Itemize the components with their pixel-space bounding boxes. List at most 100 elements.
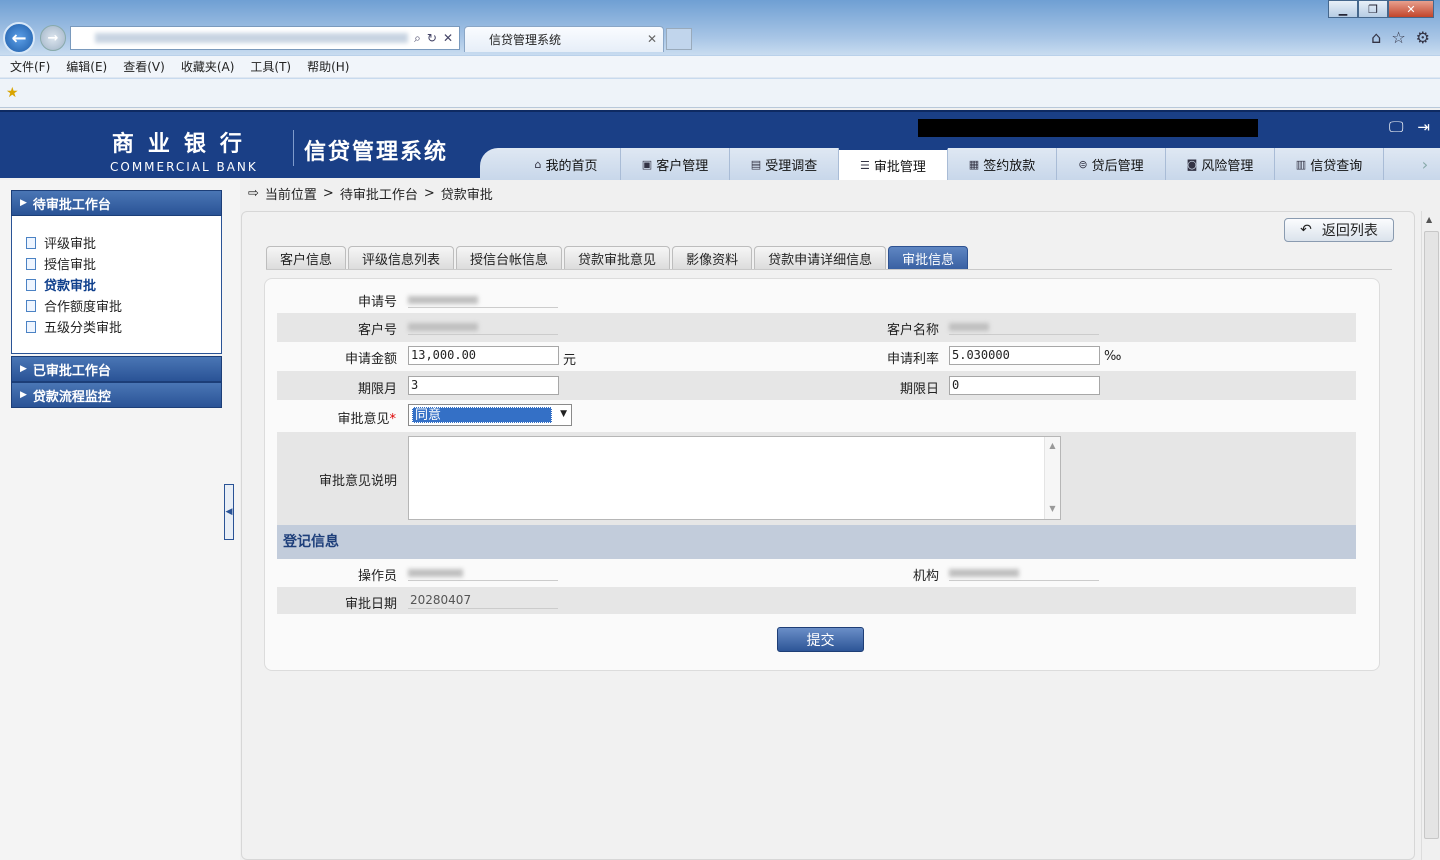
tab-application-detail[interactable]: 贷款申请详细信息: [754, 246, 887, 269]
document-icon: [26, 236, 36, 249]
opinion-selected-value: 同意: [412, 407, 552, 423]
opinion-select[interactable]: 同意 ▼: [408, 404, 572, 426]
opinion-desc-textarea[interactable]: ▲ ▼: [408, 436, 1061, 520]
sidebar-item-five-class[interactable]: 五级分类审批: [26, 316, 221, 337]
close-window-button[interactable]: ✕: [1388, 0, 1434, 18]
new-tab-button[interactable]: [666, 28, 692, 50]
tab-close-icon[interactable]: ✕: [647, 32, 657, 46]
page-scrollbar[interactable]: ▲: [1421, 211, 1440, 860]
operator-label: 操作员: [357, 569, 397, 584]
sidebar-item-rating[interactable]: 评级审批: [26, 232, 221, 253]
sidebar-approved-header[interactable]: ▶ 已审批工作台: [11, 356, 222, 382]
add-favorite-icon[interactable]: ★: [6, 85, 19, 101]
tab-customer-info[interactable]: 客户信息: [266, 246, 347, 269]
nav-home[interactable]: ⌂ 我的首页: [512, 148, 621, 180]
term-month-input[interactable]: 3: [408, 376, 559, 395]
postloan-icon: ⊜: [1078, 157, 1088, 171]
app-header: 商业银行 COMMERCIAL BANK 信贷管理系统 🖵 ⇥ ⌂ 我的首页 ▣ 客…: [0, 110, 1440, 180]
menu-edit[interactable]: 编辑(E): [66, 58, 107, 75]
document-icon: [26, 278, 36, 291]
document-icon: [26, 299, 36, 312]
sidebar-pending-list: 评级审批 授信审批 贷款审批 合作额度审批 五级分类审批: [11, 216, 222, 354]
triangle-right-icon: ▶: [20, 198, 27, 208]
menu-tools[interactable]: 工具(T): [250, 58, 291, 75]
submit-button[interactable]: 提交: [777, 627, 864, 652]
minimize-button[interactable]: ▁: [1328, 0, 1358, 18]
tab-loan-opinion[interactable]: 贷款审批意见: [564, 246, 671, 269]
search-icon[interactable]: ⌕: [414, 31, 421, 46]
tab-rating-list[interactable]: 评级信息列表: [348, 246, 455, 269]
opinion-label-text: 审批意见: [337, 412, 390, 427]
back-button[interactable]: ←: [3, 22, 35, 54]
nav-survey[interactable]: ▤ 受理调查: [730, 148, 839, 180]
return-list-button[interactable]: ↶ 返回列表: [1284, 218, 1394, 242]
return-label: 返回列表: [1321, 223, 1378, 239]
nav-next-button[interactable]: ›: [1410, 148, 1440, 180]
amount-label: 申请金额: [344, 352, 397, 367]
bank-logo: 商业银行 COMMERCIAL BANK: [110, 126, 258, 174]
nav-customer[interactable]: ▣ 客户管理: [621, 148, 730, 180]
favorites-star-icon[interactable]: ☆: [1391, 28, 1405, 47]
breadcrumb-level1[interactable]: 待审批工作台: [340, 184, 418, 203]
nav-query[interactable]: ▥ 信贷查询: [1275, 148, 1384, 180]
nav-label: 客户管理: [656, 158, 709, 174]
nav-label: 签约放款: [983, 158, 1036, 174]
refresh-icon[interactable]: ↻: [427, 31, 437, 45]
textarea-scrollbar[interactable]: ▲ ▼: [1044, 437, 1060, 519]
breadcrumb-current: 当前位置: [264, 188, 317, 203]
monitor-icon[interactable]: 🖵: [1389, 118, 1403, 136]
main-nav: ⌂ 我的首页 ▣ 客户管理 ▤ 受理调查 ☰ 审批管理 ▦ 签约放款 ⊜ 贷后管理 ◙ 风险管…: [512, 148, 1384, 180]
sidebar-item-credit[interactable]: 授信审批: [26, 253, 221, 274]
required-mark: *: [389, 412, 397, 427]
query-icon: ▥: [1295, 157, 1307, 171]
scroll-up-icon[interactable]: ▲: [1426, 215, 1432, 224]
term-day-input[interactable]: 0: [949, 376, 1100, 395]
triangle-right-icon: ▶: [20, 390, 27, 400]
address-bar[interactable]: ⌕ ↻ ✕: [70, 26, 460, 50]
scroll-thumb[interactable]: [1424, 231, 1439, 839]
menu-help[interactable]: 帮助(H): [307, 58, 349, 75]
logo-divider: [293, 130, 294, 166]
tab-approval-info[interactable]: 审批信息: [888, 246, 969, 269]
home-icon[interactable]: ⌂: [1371, 28, 1381, 47]
bank-name-cn: 商业银行: [111, 131, 256, 157]
nav-approval[interactable]: ☰ 审批管理: [839, 148, 948, 180]
return-arrow-icon: ↶: [1300, 222, 1312, 238]
menu-view[interactable]: 查看(V): [123, 58, 165, 75]
tab-images[interactable]: 影像资料: [672, 246, 753, 269]
survey-icon: ▤: [750, 157, 762, 171]
customer-icon: ▣: [641, 157, 653, 171]
rate-input[interactable]: 5.030000: [949, 346, 1100, 365]
nav-contract[interactable]: ▦ 签约放款: [948, 148, 1057, 180]
menu-favorites[interactable]: 收藏夹(A): [181, 58, 235, 75]
nav-label: 信贷查询: [1310, 158, 1363, 174]
document-icon: [26, 320, 36, 333]
nav-label: 受理调查: [765, 158, 818, 174]
breadcrumb-sep: >: [423, 186, 435, 201]
apply-no-value: [408, 292, 558, 308]
sidebar-monitor-header[interactable]: ▶ 贷款流程监控: [11, 382, 222, 408]
forward-button[interactable]: →: [40, 25, 66, 51]
tab-credit-ledger[interactable]: 授信台帐信息: [456, 246, 563, 269]
arrow-right-icon: →: [47, 30, 59, 46]
system-name: 信贷管理系统: [304, 140, 449, 165]
maximize-button[interactable]: ❐: [1358, 0, 1388, 18]
gear-icon[interactable]: ⚙: [1416, 28, 1430, 47]
sidebar-item-coop-quota[interactable]: 合作额度审批: [26, 295, 221, 316]
approval-date-label: 审批日期: [344, 597, 397, 612]
menu-file[interactable]: 文件(F): [10, 58, 50, 75]
nav-label: 风险管理: [1201, 158, 1254, 174]
amount-input[interactable]: 13,000.00: [408, 346, 559, 365]
browser-tab[interactable]: 信贷管理系统 ✕: [464, 26, 664, 52]
sidebar-item-loan[interactable]: 贷款审批: [26, 274, 221, 295]
nav-risk[interactable]: ◙ 风险管理: [1166, 148, 1275, 180]
logout-icon[interactable]: ⇥: [1417, 118, 1430, 136]
nav-postloan[interactable]: ⊜ 贷后管理: [1057, 148, 1166, 180]
sidebar-pending-title: 待审批工作台: [32, 197, 111, 213]
stop-icon[interactable]: ✕: [443, 31, 453, 45]
sidebar-approved-title: 已审批工作台: [32, 363, 111, 379]
sidebar-collapse-handle[interactable]: ◀: [224, 484, 234, 540]
sidebar-pending-header[interactable]: ▶ 待审批工作台: [11, 190, 222, 216]
approval-date-value: 20280407: [408, 591, 558, 609]
term-month-label: 期限月: [357, 382, 397, 397]
